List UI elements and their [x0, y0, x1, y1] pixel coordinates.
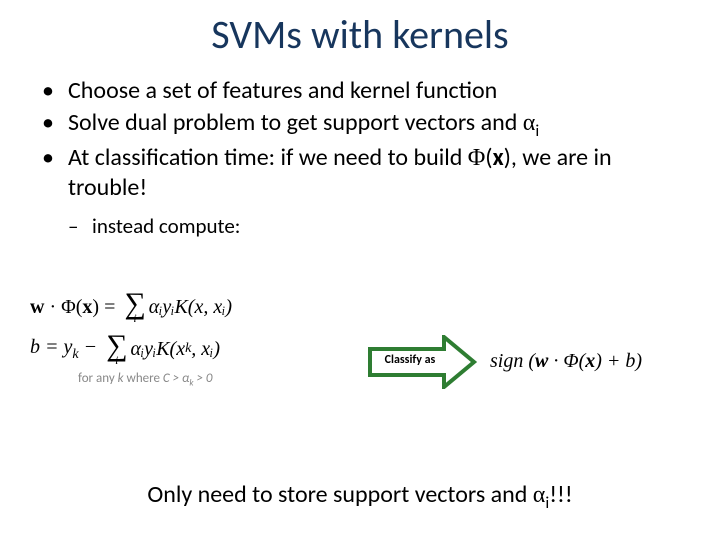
equation-2: b = yk − ∑ i αᵢyᵢK(xk, xᵢ) — [30, 332, 370, 366]
eq1-rhs: αᵢyᵢK(x, xᵢ) — [149, 296, 232, 318]
dot-op: · — [548, 350, 563, 372]
minus: − — [79, 336, 98, 358]
equals: = — [99, 296, 115, 318]
x-bold: x — [585, 350, 595, 372]
cond-expr: C > α — [163, 371, 190, 386]
eq1-lhs: w · Φ(x) = — [30, 296, 115, 318]
bullet-dot: • — [40, 76, 68, 106]
slide: SVMs with kernels • Choose a set of feat… — [0, 0, 720, 540]
bullet-3-text: At classification time: if we need to bu… — [68, 143, 680, 203]
eq2-rhs: αᵢyᵢK(xk, xᵢ) — [130, 338, 220, 360]
sum-index: i — [133, 313, 136, 324]
phi-symbol: Φ — [61, 296, 76, 318]
bullet-2: • Solve dual problem to get support vect… — [40, 108, 680, 141]
paren-open: ( — [523, 350, 535, 372]
bullet-dash: – — [68, 213, 92, 239]
condition-text: for any k where C > αk > 0 — [78, 372, 370, 389]
cond-end: > 0 — [194, 371, 213, 386]
sub-bullet-1: – instead compute: — [68, 213, 680, 239]
phi-symbol: Φ — [563, 350, 578, 372]
cond-pre: for any — [78, 371, 118, 386]
equation-1: w · Φ(x) = ∑ i αᵢyᵢK(x, xᵢ) — [30, 290, 370, 324]
alpha-symbol: α — [533, 482, 546, 508]
dot-op: · — [44, 296, 61, 318]
result-equation: sign (w · Φ(x) + b) — [490, 350, 642, 373]
eq2-term-pre: αᵢyᵢK(x — [130, 338, 185, 360]
eq2-lhs-pre: b = y — [30, 336, 72, 358]
sign-fn: sign — [490, 350, 523, 372]
bullet-2-pre: Solve dual problem to get support vector… — [68, 108, 523, 137]
x-bold: x — [82, 296, 92, 318]
w-bold: w — [535, 350, 548, 372]
arrow-container: Classify as — [368, 335, 478, 389]
phi-symbol: Φ — [468, 145, 486, 171]
bullet-2-text: Solve dual problem to get support vector… — [68, 108, 680, 141]
x-bold: x — [493, 143, 504, 172]
footer-post: !!! — [549, 480, 572, 509]
b-var: b — [625, 350, 635, 372]
w-bold: w — [30, 296, 44, 318]
sum-index: i — [115, 355, 118, 366]
bullet-1: • Choose a set of features and kernel fu… — [40, 76, 680, 106]
slide-title: SVMs with kernels — [0, 10, 720, 59]
eq2-lhs: b = yk − — [30, 336, 97, 362]
summation: ∑ i — [124, 290, 145, 324]
eq2-term-end: , xᵢ) — [191, 338, 220, 360]
bullet-list: • Choose a set of features and kernel fu… — [40, 76, 680, 239]
alpha-subscript: i — [535, 120, 539, 141]
summation: ∑ i — [106, 332, 127, 366]
bullet-3: • At classification time: if we need to … — [40, 143, 680, 203]
equations: w · Φ(x) = ∑ i αᵢyᵢK(x, xᵢ) b = yk − ∑ i… — [30, 290, 370, 388]
footer-text: Only need to store support vectors and α… — [0, 480, 720, 513]
bullet-dot: • — [40, 108, 68, 138]
plus: ) + — [595, 350, 625, 372]
sub-bullet-1-text: instead compute: — [92, 213, 240, 239]
bullet-dot: • — [40, 143, 68, 173]
footer-pre: Only need to store support vectors and — [147, 480, 532, 509]
bullet-1-text: Choose a set of features and kernel func… — [68, 76, 680, 106]
paren-close: ) — [635, 350, 642, 372]
alpha-symbol: α — [523, 110, 536, 136]
cond-mid: where — [124, 371, 163, 386]
bullet-3-pre: At classification time: if we need to bu… — [68, 143, 468, 172]
arrow-label: Classify as — [376, 353, 444, 367]
